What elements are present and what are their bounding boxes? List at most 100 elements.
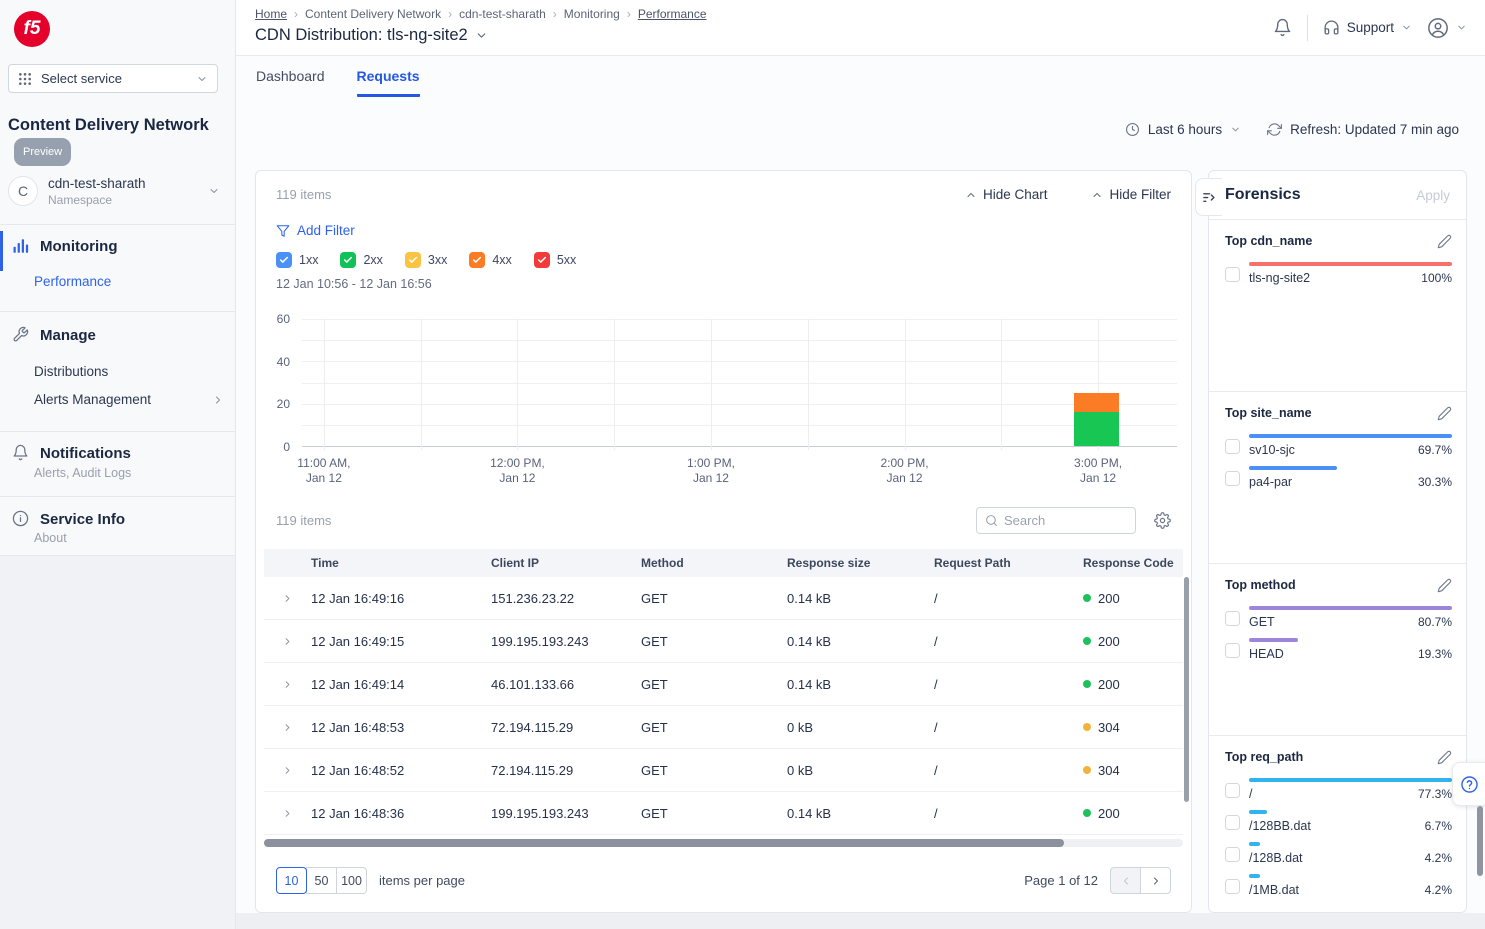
status-filter-checkbox[interactable]: 2xx (340, 252, 382, 268)
forensics-item-bar (1249, 810, 1267, 814)
forensics-item-checkbox[interactable] (1225, 643, 1240, 658)
row-expand-chevron-icon[interactable] (264, 722, 311, 733)
tab-dashboard[interactable]: Dashboard (256, 68, 325, 97)
page-title[interactable]: CDN Distribution: tls-ng-site2 (255, 26, 488, 45)
edit-icon[interactable] (1437, 406, 1452, 421)
forensics-item-checkbox[interactable] (1225, 267, 1240, 282)
table-vertical-scrollbar[interactable] (1184, 577, 1189, 802)
row-expand-chevron-icon[interactable] (264, 593, 311, 604)
sidebar-item-notifications[interactable]: Notifications (0, 444, 236, 462)
forensics-item-bar (1249, 434, 1452, 438)
forensics-item-label: /128BB.dat (1249, 819, 1311, 833)
status-dot (1083, 809, 1091, 817)
table-row[interactable]: 12 Jan 16:48:36 199.195.193.243 GET 0.14… (264, 792, 1183, 835)
page-size-100-button[interactable]: 100 (336, 867, 367, 894)
prev-page-button[interactable] (1110, 867, 1141, 894)
forensics-item-checkbox[interactable] (1225, 439, 1240, 454)
breadcrumb: Home › Content Delivery Network › cdn-test-s… (255, 7, 707, 21)
forensics-collapse-tab[interactable] (1195, 178, 1222, 216)
select-service-dropdown[interactable]: Select service (8, 64, 218, 93)
column-header[interactable]: Method (641, 556, 787, 570)
forensics-item-bar (1249, 606, 1452, 610)
column-header[interactable]: Time (311, 556, 491, 570)
search-input[interactable] (1004, 513, 1127, 528)
add-filter-button[interactable]: Add Filter (276, 223, 355, 238)
table-row[interactable]: 12 Jan 16:49:14 46.101.133.66 GET 0.14 k… (264, 663, 1183, 706)
page-size-50-button[interactable]: 50 (306, 867, 337, 894)
forensics-panel: Forensics Apply Top cdn_name tls-ng-site… (1208, 170, 1467, 913)
gear-icon[interactable] (1154, 512, 1171, 529)
cell-time: 12 Jan 16:48:52 (311, 763, 491, 778)
namespace-name: cdn-test-sharath (48, 176, 146, 191)
namespace-type: Namespace (48, 193, 146, 207)
edit-icon[interactable] (1437, 578, 1452, 593)
forensics-item-checkbox[interactable] (1225, 879, 1240, 894)
column-header[interactable]: Response Code (1083, 556, 1183, 570)
hide-chart-button[interactable]: Hide Chart (965, 187, 1048, 202)
forensics-item-checkbox[interactable] (1225, 611, 1240, 626)
divider (0, 224, 235, 225)
refresh-button[interactable]: Refresh: Updated 7 min ago (1267, 122, 1459, 137)
apply-button[interactable]: Apply (1416, 188, 1450, 203)
time-range-label: Last 6 hours (1148, 122, 1222, 137)
breadcrumb-separator: › (553, 7, 557, 21)
info-icon (12, 510, 30, 528)
forensics-item-checkbox[interactable] (1225, 847, 1240, 862)
support-menu[interactable]: Support (1323, 19, 1412, 36)
column-header[interactable]: Response size (787, 556, 934, 570)
time-range-selector[interactable]: Last 6 hours (1125, 122, 1241, 137)
row-expand-chevron-icon[interactable] (264, 765, 311, 776)
forensics-item-checkbox[interactable] (1225, 815, 1240, 830)
edit-icon[interactable] (1437, 234, 1452, 249)
breadcrumb-item[interactable]: Monitoring (564, 7, 620, 21)
breadcrumb-item[interactable]: Performance (638, 7, 707, 21)
sidebar-item-manage[interactable]: Manage (0, 326, 236, 344)
breadcrumb-item[interactable]: Home (255, 7, 287, 21)
help-button[interactable] (1452, 762, 1485, 806)
window-scrollbar[interactable] (1477, 806, 1483, 876)
edit-icon[interactable] (1437, 750, 1452, 765)
forensics-item: / 77.3% (1225, 778, 1452, 801)
tab-requests[interactable]: Requests (357, 68, 420, 97)
sidebar-item-service-info[interactable]: Service Info (0, 510, 236, 528)
status-filter-checkbox[interactable]: 1xx (276, 252, 318, 268)
table-row[interactable]: 12 Jan 16:49:15 199.195.193.243 GET 0.14… (264, 620, 1183, 663)
table-search[interactable] (976, 507, 1136, 534)
status-filter-checkbox[interactable]: 5xx (534, 252, 576, 268)
sidebar-item-distributions[interactable]: Distributions (34, 364, 108, 379)
page-size-10-button[interactable]: 10 (276, 867, 307, 894)
sidebar-item-monitoring[interactable]: Monitoring (0, 237, 236, 255)
forensics-item-label: HEAD (1249, 647, 1284, 661)
breadcrumb-separator: › (627, 7, 631, 21)
requests-chart: 0204060 11:00 AM,Jan 1212:00 PM,Jan 121:… (276, 305, 1177, 491)
table-horizontal-scrollbar[interactable] (264, 839, 1183, 847)
column-header[interactable]: Client IP (491, 556, 641, 570)
forensics-item-checkbox[interactable] (1225, 783, 1240, 798)
chevron-right-icon[interactable] (212, 394, 224, 406)
row-expand-chevron-icon[interactable] (264, 636, 311, 647)
table-row[interactable]: 12 Jan 16:48:52 72.194.115.29 GET 0 kB /… (264, 749, 1183, 792)
scrollbar-thumb[interactable] (264, 839, 1064, 847)
hide-filter-button[interactable]: Hide Filter (1091, 187, 1171, 202)
sidebar-item-alerts-management[interactable]: Alerts Management (34, 392, 151, 407)
breadcrumb-item[interactable]: Content Delivery Network (305, 7, 441, 21)
cell-client-ip: 72.194.115.29 (491, 720, 641, 735)
checkbox-checked-icon (469, 252, 485, 268)
sidebar-item-performance[interactable]: Performance (34, 274, 111, 289)
namespace-selector[interactable]: C cdn-test-sharath Namespace (8, 168, 220, 214)
sidebar: f5 Select service Content Delivery Netwo… (0, 0, 236, 929)
cell-request-path: / (934, 806, 1083, 821)
table-row[interactable]: 12 Jan 16:49:16 151.236.23.22 GET 0.14 k… (264, 577, 1183, 620)
forensics-item-checkbox[interactable] (1225, 471, 1240, 486)
account-menu[interactable] (1427, 17, 1467, 39)
column-header[interactable]: Request Path (934, 556, 1083, 570)
next-page-button[interactable] (1140, 867, 1171, 894)
breadcrumb-item[interactable]: cdn-test-sharath (459, 7, 546, 21)
chevron-down-icon[interactable] (475, 29, 488, 42)
status-filter-checkbox[interactable]: 3xx (405, 252, 447, 268)
table-row[interactable]: 12 Jan 16:48:53 72.194.115.29 GET 0 kB /… (264, 706, 1183, 749)
row-expand-chevron-icon[interactable] (264, 808, 311, 819)
status-filter-checkbox[interactable]: 4xx (469, 252, 511, 268)
row-expand-chevron-icon[interactable] (264, 679, 311, 690)
bell-icon[interactable] (1273, 18, 1292, 37)
